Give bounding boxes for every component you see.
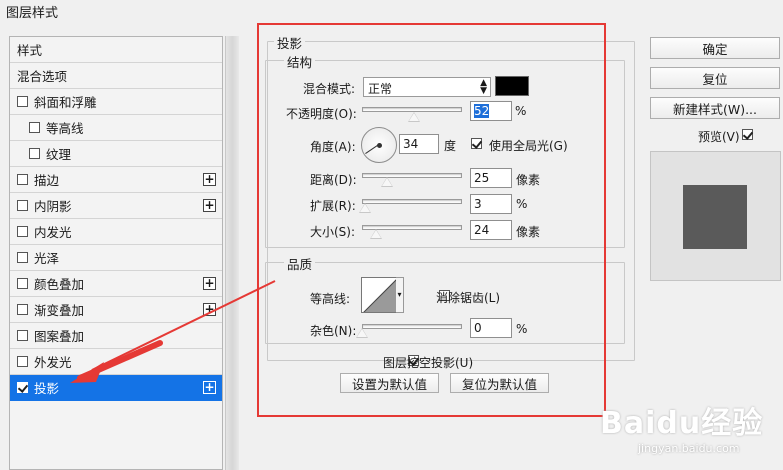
watermark: Baidu经验 jingyan.baidu.com bbox=[598, 398, 778, 468]
watermark-url: jingyan.baidu.com bbox=[638, 442, 740, 455]
watermark-brand: Baidu经验 bbox=[600, 406, 764, 441]
